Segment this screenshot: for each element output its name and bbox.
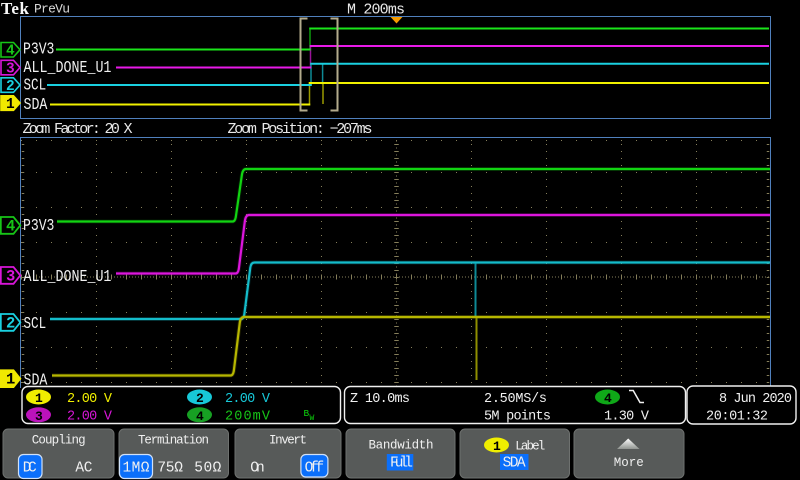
svg-text:M 200ms: M 200ms [347, 2, 405, 19]
svg-text:2: 2 [196, 391, 204, 406]
svg-text:Z 10.0ms: Z 10.0ms [350, 392, 410, 407]
svg-text:P3V3: P3V3 [23, 39, 54, 59]
svg-text:Bandwidth: Bandwidth [369, 439, 434, 453]
svg-text:50Ω: 50Ω [194, 460, 221, 476]
svg-text:ALL_DONE_U1: ALL_DONE_U1 [24, 267, 112, 287]
svg-text:Full: Full [390, 456, 413, 472]
svg-text:On: On [250, 460, 265, 476]
svg-text:Zoom Position: −207ms: Zoom Position: −207ms [228, 121, 373, 138]
svg-text:2.50MS/s: 2.50MS/s [484, 392, 547, 407]
svg-text:Zoom Factor: 20 X: Zoom Factor: 20 X [23, 121, 133, 138]
svg-text:AC: AC [75, 460, 92, 476]
svg-text:2: 2 [6, 314, 15, 332]
svg-text:Tek: Tek [1, 0, 30, 18]
svg-text:2: 2 [6, 79, 15, 95]
svg-text:1: 1 [35, 391, 43, 406]
svg-text:ALL_DONE_U1: ALL_DONE_U1 [24, 57, 112, 77]
svg-text:4: 4 [6, 217, 15, 235]
svg-text:8 Jun 2020: 8 Jun 2020 [719, 392, 792, 407]
svg-text:Termination: Termination [138, 434, 209, 448]
svg-text:Coupling: Coupling [32, 434, 86, 448]
svg-text:2.00 V: 2.00 V [67, 392, 113, 407]
svg-text:DC: DC [23, 460, 37, 476]
svg-text:P3V3: P3V3 [23, 215, 54, 235]
svg-text:3: 3 [35, 409, 43, 424]
svg-text:20:01:32: 20:01:32 [706, 410, 768, 425]
svg-text:2.00 V: 2.00 V [225, 392, 271, 407]
svg-text:SDA: SDA [503, 456, 526, 472]
svg-text:1: 1 [6, 371, 15, 389]
svg-text:5M points: 5M points [484, 410, 551, 425]
svg-text:SCL: SCL [24, 77, 47, 95]
svg-text:3: 3 [6, 267, 15, 285]
svg-text:200mV: 200mV [225, 410, 271, 425]
svg-text:Label: Label [515, 440, 545, 454]
svg-text:4: 4 [604, 391, 612, 406]
svg-text:75Ω: 75Ω [157, 460, 183, 476]
svg-text:SDA: SDA [24, 94, 49, 114]
svg-text:1MΩ: 1MΩ [123, 460, 150, 476]
svg-text:PreVu: PreVu [34, 2, 70, 17]
svg-text:1.30 V: 1.30 V [604, 410, 650, 425]
svg-text:3: 3 [6, 61, 15, 77]
svg-text:1: 1 [493, 439, 501, 454]
svg-text:2.00 V: 2.00 V [67, 410, 113, 425]
svg-text:SCL: SCL [24, 315, 47, 333]
svg-text:1: 1 [6, 97, 15, 113]
svg-text:Invert: Invert [269, 434, 307, 448]
svg-text:W: W [310, 414, 315, 423]
svg-text:4: 4 [196, 409, 204, 424]
svg-text:More: More [614, 456, 644, 470]
svg-text:Off: Off [305, 460, 325, 476]
svg-text:4: 4 [6, 44, 15, 60]
